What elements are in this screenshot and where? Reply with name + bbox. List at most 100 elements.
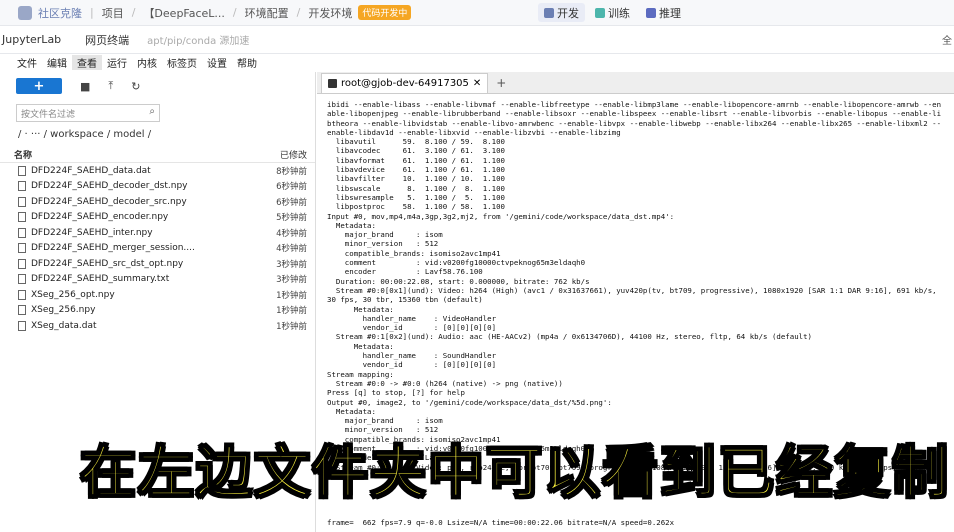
file-row[interactable]: DFD224F_SAEHD_src_dst_opt.npy 3秒钟前 — [0, 256, 315, 272]
terminal-line: frame= 662 fps=7.9 q=-0.0 Lsize=N/A time… — [327, 518, 675, 528]
mirror-accel-link[interactable]: apt/pip/conda 源加速 — [147, 32, 249, 47]
mode-dev-button[interactable]: 开发 — [538, 3, 585, 22]
breadcrumb-env-config[interactable]: 环境配置 — [245, 5, 289, 21]
file-filter-input[interactable]: 按文件名过滤 ⌕ — [16, 104, 160, 122]
breadcrumb-separator: / — [232, 6, 237, 19]
file-row[interactable]: XSeg_256_opt.npy 1秒钟前 — [0, 287, 315, 303]
file-modified-time: 4秒钟前 — [276, 244, 307, 255]
community-link[interactable]: 社区克隆 — [38, 5, 82, 21]
terminal-line: minor_version : 512 — [327, 239, 439, 249]
file-name: DFD224F_SAEHD_summary.txt — [31, 274, 170, 285]
menu-view[interactable]: 查看 — [72, 54, 102, 70]
search-icon: ⌕ — [149, 106, 155, 117]
file-modified-time: 1秒钟前 — [276, 306, 307, 317]
terminal-line: Stream #0:0[0x1](und): Video: h264 (High… — [327, 285, 937, 295]
file-icon — [18, 289, 26, 300]
file-row[interactable]: DFD224F_SAEHD_merger_session.... 4秒钟前 — [0, 241, 315, 257]
terminal-line: libswresample 5. 1.100 / 5. 1.100 — [327, 192, 505, 202]
mode-train-button[interactable]: 训练 — [589, 3, 636, 22]
file-name: DFD224F_SAEHD_decoder_dst.npy — [31, 181, 188, 192]
terminal-line: btheora --enable-libvidstab --enable-lib… — [327, 118, 942, 128]
file-row[interactable]: DFD224F_SAEHD_data.dat 8秒钟前 — [0, 163, 315, 179]
ide-tabs: JupyterLab 网页终端 apt/pip/conda 源加速 全 — [0, 26, 954, 54]
terminal-line: libavdevice 61. 1.100 / 61. 1.100 — [327, 165, 505, 175]
fullscreen-button[interactable]: 全 — [942, 32, 952, 47]
file-name: DFD224F_SAEHD_src_dst_opt.npy — [31, 258, 184, 269]
refresh-icon[interactable]: ↻ — [131, 80, 140, 93]
terminal-line: libavcodec 61. 3.100 / 61. 3.100 — [327, 146, 505, 156]
terminal-line: Stream #0:1[0x2](und): Audio: aac (HE-AA… — [327, 332, 812, 342]
terminal-line: Duration: 00:00:22.08, start: 0.000000, … — [327, 276, 590, 286]
breadcrumb[interactable]: / · ··· / workspace / model / — [18, 129, 315, 141]
file-name: DFD224F_SAEHD_data.dat — [31, 165, 151, 176]
tab-web-terminal[interactable]: 网页终端 — [73, 32, 141, 48]
terminal-line: Stream #0:0 -> #0:0 (h264 (native) -> pn… — [327, 378, 563, 388]
terminal-tab[interactable]: root@gjob-dev-64917305 ✕ — [321, 73, 489, 93]
close-icon[interactable]: ✕ — [473, 78, 481, 89]
file-modified-time: 1秒钟前 — [276, 321, 307, 332]
menu-edit[interactable]: 编辑 — [42, 55, 72, 70]
menu-help[interactable]: 帮助 — [232, 55, 262, 70]
mode-label: 训练 — [608, 6, 630, 20]
file-row[interactable]: DFD224F_SAEHD_summary.txt 3秒钟前 — [0, 272, 315, 288]
file-modified-time: 6秒钟前 — [276, 182, 307, 193]
file-icon — [18, 212, 26, 223]
mode-label: 开发 — [557, 6, 579, 20]
file-row[interactable]: XSeg_data.dat 1秒钟前 — [0, 318, 315, 334]
file-icon — [18, 165, 26, 176]
terminal-line: libavformat 61. 1.100 / 61. 1.100 — [327, 155, 505, 165]
breadcrumb-project[interactable]: 项目 — [102, 5, 124, 21]
column-name[interactable]: 名称 — [14, 148, 32, 161]
file-row[interactable]: XSeg_256.npy 1秒钟前 — [0, 303, 315, 319]
terminal-line: libavutil 59. 8.100 / 59. 8.100 — [327, 137, 505, 147]
column-modified[interactable]: 已修改 — [280, 148, 307, 161]
file-row[interactable]: DFD224F_SAEHD_decoder_dst.npy 6秒钟前 — [0, 179, 315, 195]
terminal-line: Input #0, mov,mp4,m4a,3gp,3g2,mj2, from … — [327, 211, 675, 221]
menu-settings[interactable]: 设置 — [202, 55, 232, 70]
file-row[interactable]: DFD224F_SAEHD_inter.npy 4秒钟前 — [0, 225, 315, 241]
file-name: XSeg_data.dat — [31, 320, 97, 331]
file-modified-time: 6秒钟前 — [276, 197, 307, 208]
file-toolbar: + ■ ⤒ ↻ — [0, 72, 315, 100]
file-name: DFD224F_SAEHD_encoder.npy — [31, 212, 169, 223]
file-icon — [18, 243, 26, 254]
terminal-line: able-libopenjpeg --enable-librubberband … — [327, 109, 942, 119]
top-bar: 社区克隆 | 项目 / 【DeepFaceL... / 环境配置 / 开发环境 … — [0, 0, 954, 26]
terminal-line: handler_name : SoundHandler — [327, 351, 497, 361]
terminal-tab-title: root@gjob-dev-64917305 — [341, 78, 469, 89]
breadcrumb-repo[interactable]: 【DeepFaceL... — [143, 5, 224, 21]
upload-icon[interactable]: ⤒ — [108, 79, 113, 93]
file-icon — [18, 181, 26, 192]
menu-file[interactable]: 文件 — [12, 55, 42, 70]
menu-bar: 文件 编辑 查看 运行 内核 标签页 设置 帮助 — [0, 54, 954, 70]
file-row[interactable]: DFD224F_SAEHD_decoder_src.npy 6秒钟前 — [0, 194, 315, 210]
terminal-line: Metadata: — [327, 304, 394, 314]
file-name: DFD224F_SAEHD_merger_session.... — [31, 243, 195, 254]
breadcrumb-separator: / — [296, 6, 301, 19]
tab-jupyterlab[interactable]: JupyterLab — [0, 33, 73, 46]
file-icon — [18, 227, 26, 238]
mode-infer-button[interactable]: 推理 — [640, 3, 687, 22]
terminal-line: Metadata: — [327, 220, 376, 230]
file-row[interactable]: DFD224F_SAEHD_encoder.npy 5秒钟前 — [0, 210, 315, 226]
terminal-tabbar: root@gjob-dev-64917305 ✕ + — [317, 72, 954, 94]
file-name: DFD224F_SAEHD_decoder_src.npy — [31, 196, 187, 207]
breadcrumb-dev-env: 开发环境 — [308, 6, 353, 20]
file-modified-time: 3秒钟前 — [276, 275, 307, 286]
new-launcher-button[interactable]: + — [16, 78, 62, 94]
mode-switcher: 开发 训练 推理 — [538, 3, 687, 22]
add-tab-button[interactable]: + — [488, 76, 514, 93]
terminal-line: vendor_id : [0][0][0][0] — [327, 360, 497, 370]
file-modified-time: 8秒钟前 — [276, 166, 307, 177]
menu-kernel[interactable]: 内核 — [132, 55, 162, 70]
dev-icon — [544, 7, 554, 18]
filter-placeholder: 按文件名过滤 — [21, 109, 76, 120]
file-modified-time: 4秒钟前 — [276, 228, 307, 239]
file-list-header: 名称 已修改 — [0, 147, 315, 163]
menu-tabs[interactable]: 标签页 — [162, 55, 202, 70]
file-icon — [18, 305, 26, 316]
file-list: DFD224F_SAEHD_data.dat 8秒钟前 DFD224F_SAEHD_… — [0, 163, 315, 334]
menu-run[interactable]: 运行 — [102, 55, 132, 70]
new-folder-icon[interactable]: ■ — [80, 80, 90, 93]
terminal-line: Done. — [327, 528, 954, 530]
